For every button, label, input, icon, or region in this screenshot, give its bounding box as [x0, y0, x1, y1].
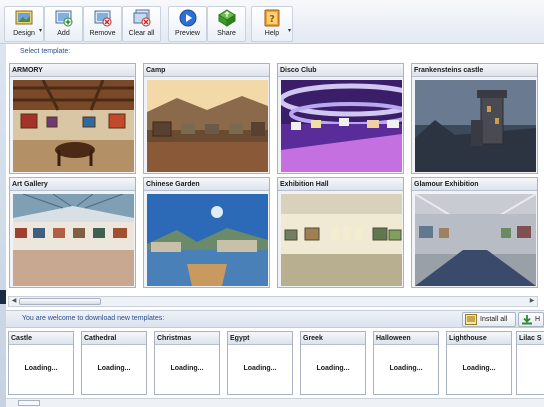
template-tile-frankensteins-castle[interactable]: Frankensteins castle	[411, 63, 538, 174]
add-icon	[55, 10, 72, 27]
help-dropdown-caret-icon[interactable]: ▾	[288, 27, 291, 34]
toolbar-group-edit: Design ▾ Add Remove Clear all	[4, 6, 161, 42]
share-button-label: Share	[217, 30, 236, 37]
scrollbar-thumb[interactable]	[19, 298, 101, 305]
template-title: Art Gallery	[10, 178, 135, 191]
toolbar-group-help: ? Help ▾	[251, 6, 293, 42]
bottom-scrollbar-thumb[interactable]	[18, 400, 40, 406]
design-icon	[15, 10, 33, 25]
preview-play-icon	[179, 9, 196, 27]
loading-text: Loading...	[389, 365, 423, 372]
download-help-button[interactable]: H	[518, 312, 544, 327]
download-tile-halloween[interactable]: Halloween Loading...	[373, 331, 439, 395]
download-tile-lilac[interactable]: Lilac S	[516, 331, 544, 395]
download-tile-title: Lighthouse	[447, 332, 511, 345]
add-button-label: Add	[57, 30, 70, 37]
download-message: You are welcome to download new template…	[22, 315, 165, 322]
share-icon	[217, 9, 236, 27]
loading-text: Loading...	[97, 365, 131, 372]
loading-text: Loading...	[170, 365, 204, 372]
template-tile-armory[interactable]: ARMORY	[9, 63, 136, 174]
template-title: Disco Club	[278, 64, 403, 77]
remove-button-label: Remove	[89, 30, 116, 37]
disco-club-thumbnail	[281, 80, 402, 172]
bottom-scrollbar[interactable]	[6, 398, 544, 407]
frankensteins-castle-thumbnail	[415, 80, 536, 172]
design-button[interactable]: Design ▾	[4, 6, 44, 42]
download-tile-castle[interactable]: Castle Loading...	[8, 331, 74, 395]
loading-text: Loading...	[462, 365, 496, 372]
svg-text:?: ?	[269, 14, 275, 25]
download-tile-egypt[interactable]: Egypt Loading...	[227, 331, 293, 395]
install-all-button[interactable]: Install all	[462, 312, 516, 327]
template-tile-art-gallery[interactable]: Art Gallery	[9, 177, 136, 288]
help-book-icon: ?	[264, 9, 280, 27]
design-button-label: Design	[13, 30, 35, 37]
template-tile-camp[interactable]: Camp	[143, 63, 270, 174]
template-title: Chinese Garden	[144, 178, 269, 191]
share-button[interactable]: Share	[207, 6, 246, 42]
download-tile-title: Castle	[9, 332, 73, 345]
template-title: ARMORY	[10, 64, 135, 77]
download-tile-title: Lilac S	[517, 332, 544, 345]
template-tile-exhibition-hall[interactable]: Exhibition Hall	[277, 177, 404, 288]
design-dropdown-caret-icon[interactable]: ▾	[39, 27, 42, 34]
download-tile-title: Halloween	[374, 332, 438, 345]
loading-text: Loading...	[24, 365, 58, 372]
help-button-label: Help	[264, 30, 280, 37]
download-tile-title: Greek	[301, 332, 365, 345]
template-grid: ARMORY Camp Disco Club Frankensteins cas…	[9, 62, 538, 296]
template-tile-chinese-garden[interactable]: Chinese Garden	[143, 177, 270, 288]
download-tile-greek[interactable]: Greek Loading...	[300, 331, 366, 395]
downloadable-templates-row: Castle Loading... Cathedral Loading... C…	[6, 331, 544, 395]
download-templates-bar: You are welcome to download new template…	[6, 310, 544, 328]
remove-button[interactable]: Remove	[83, 6, 122, 42]
preview-button[interactable]: Preview	[168, 6, 207, 42]
add-button[interactable]: Add	[44, 6, 83, 42]
template-title: Glamour Exhibition	[412, 178, 537, 191]
toolbar-group-output: Preview Share	[168, 6, 246, 42]
scroll-right-arrow-icon[interactable]: ▶	[527, 297, 537, 306]
scroll-left-arrow-icon[interactable]: ◀	[9, 297, 19, 306]
template-panel: Select template: ARMORY Camp Disco Club …	[6, 44, 544, 407]
download-help-label: H	[535, 316, 541, 323]
download-tile-cathedral[interactable]: Cathedral Loading...	[81, 331, 147, 395]
armory-thumbnail	[13, 80, 134, 172]
exhibition-hall-thumbnail	[281, 194, 402, 286]
select-template-heading: Select template:	[20, 48, 71, 55]
toolbar: Design ▾ Add Remove Clear all Preview Sh…	[0, 0, 544, 44]
download-tile-title: Christmas	[155, 332, 219, 345]
download-tile-title: Cathedral	[82, 332, 146, 345]
install-icon	[465, 314, 477, 325]
download-tile-title: Egypt	[228, 332, 292, 345]
download-arrow-icon	[522, 315, 532, 325]
install-all-label: Install all	[480, 316, 508, 323]
clear-all-button-label: Clear all	[128, 30, 155, 37]
download-tile-christmas[interactable]: Christmas Loading...	[154, 331, 220, 395]
loading-text: Loading...	[243, 365, 277, 372]
remove-icon	[94, 10, 111, 27]
glamour-exhibition-thumbnail	[415, 194, 536, 286]
help-button[interactable]: ? Help ▾	[251, 6, 293, 42]
download-tile-lighthouse[interactable]: Lighthouse Loading...	[446, 331, 512, 395]
template-title: Exhibition Hall	[278, 178, 403, 191]
template-tile-glamour-exhibition[interactable]: Glamour Exhibition	[411, 177, 538, 288]
loading-text: Loading...	[316, 365, 350, 372]
camp-thumbnail	[147, 80, 268, 172]
art-gallery-thumbnail	[13, 194, 134, 286]
preview-button-label: Preview	[175, 30, 200, 37]
template-title: Camp	[144, 64, 269, 77]
clear-all-icon	[133, 9, 150, 27]
template-title: Frankensteins castle	[412, 64, 537, 77]
chinese-garden-thumbnail	[147, 194, 268, 286]
template-grid-horizontal-scrollbar[interactable]: ◀ ▶	[8, 296, 538, 307]
clear-all-button[interactable]: Clear all	[122, 6, 161, 42]
template-tile-disco-club[interactable]: Disco Club	[277, 63, 404, 174]
